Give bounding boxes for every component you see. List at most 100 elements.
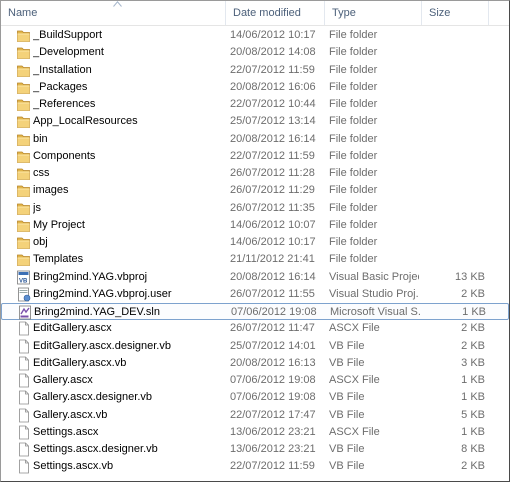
file-row[interactable]: App_LocalResources 25/07/2012 13:14 File f… — [1, 113, 509, 130]
file-name: Gallery.ascx.vb — [33, 408, 108, 421]
file-icon — [19, 339, 29, 353]
file-type: File folder — [329, 29, 378, 41]
file-row[interactable]: bin 20/08/2012 16:14 File folder — [1, 131, 509, 148]
file-row[interactable]: _Installation 22/07/2012 11:59 File folder — [1, 62, 509, 79]
file-date-modified: 26/07/2012 11:35 — [230, 201, 315, 214]
file-type: File folder — [329, 167, 378, 179]
file-row[interactable]: obj 14/06/2012 10:17 File folder — [1, 234, 509, 251]
solution-file-icon — [19, 305, 31, 320]
file-name: Settings.ascx.designer.vb — [33, 443, 158, 455]
file-type: File folder — [329, 132, 378, 145]
file-date-modified: 26/07/2012 11:28 — [230, 167, 315, 179]
file-row[interactable]: Gallery.ascx 07/06/2012 19:08 ASCX File 1 K… — [1, 372, 509, 389]
folder-icon — [17, 116, 30, 129]
file-size — [423, 234, 485, 251]
file-size — [423, 251, 485, 268]
file-row[interactable]: Gallery.ascx.vb 22/07/2012 17:47 VB File 5 … — [1, 407, 509, 424]
file-name: App_LocalResources — [33, 115, 138, 128]
file-date-modified: 26/07/2012 11:29 — [230, 184, 315, 197]
file-size: 3 KB — [461, 356, 485, 369]
file-name: images — [33, 184, 69, 197]
file-date-modified: 07/06/2012 19:08 — [231, 306, 317, 318]
file-row[interactable]: Bring2mind.YAG.vbproj.user 26/07/2012 11:… — [1, 286, 509, 303]
file-size: 1 KB — [462, 306, 486, 318]
file-size — [423, 165, 485, 182]
file-row[interactable]: _Packages 20/08/2012 16:06 File folder — [1, 79, 509, 96]
file-row[interactable]: EditGallery.ascx.designer.vb 25/07/2012 1… — [1, 338, 509, 355]
file-row[interactable]: _Development 20/08/2012 14:08 File folder — [1, 44, 509, 61]
file-type: Visual Basic Projec... — [329, 270, 419, 283]
file-row[interactable]: images 26/07/2012 11:29 File folder — [1, 182, 509, 199]
file-row[interactable]: Bring2mind.YAG_DEV.sln 07/06/2012 19:08 Mi… — [1, 303, 509, 320]
file-date-modified: 25/07/2012 13:14 — [230, 115, 316, 128]
file-name: My Project — [33, 218, 85, 231]
file-size: 1 KB — [461, 425, 485, 438]
file-row[interactable]: _BuildSupport 14/06/2012 10:17 File folder — [1, 27, 509, 44]
column-header-date[interactable]: Date modified — [226, 1, 325, 25]
file-row[interactable]: css 26/07/2012 11:28 File folder — [1, 165, 509, 182]
file-row[interactable]: My Project 14/06/2012 10:07 File folder — [1, 217, 509, 234]
file-name: obj — [33, 236, 48, 248]
file-size — [423, 182, 485, 199]
file-name: css — [33, 167, 50, 179]
file-size: 2 KB — [461, 339, 485, 352]
folder-icon — [17, 203, 30, 215]
file-icon — [19, 390, 29, 405]
file-icon — [19, 442, 29, 457]
file-row[interactable]: Templates 21/11/2012 21:41 File folder — [1, 251, 509, 268]
file-date-modified: 20/08/2012 16:14 — [230, 132, 316, 145]
file-name: _Development — [33, 46, 104, 59]
file-date-modified: 20/08/2012 14:08 — [230, 46, 316, 59]
file-type: File folder — [329, 115, 378, 128]
file-size: 1 KB — [461, 374, 485, 386]
column-header-type[interactable]: Type — [325, 1, 422, 25]
file-row[interactable]: Settings.ascx.designer.vb 13/06/2012 23:2… — [1, 441, 509, 458]
file-row[interactable]: js 26/07/2012 11:35 File folder — [1, 200, 509, 217]
file-row[interactable]: Gallery.ascx.designer.vb 07/06/2012 19:08… — [1, 389, 509, 406]
file-size: 2 KB — [461, 322, 485, 335]
file-name: Bring2mind.YAG.vbproj — [33, 270, 148, 283]
file-date-modified: 13/06/2012 23:21 — [230, 443, 316, 455]
file-size: 1 KB — [461, 391, 485, 404]
file-date-modified: 22/07/2012 11:59 — [230, 63, 315, 76]
file-date-modified: 26/07/2012 11:47 — [230, 322, 315, 335]
file-row[interactable]: Components 22/07/2012 11:59 File folder — [1, 148, 509, 165]
file-size: 2 KB — [461, 287, 485, 300]
file-row[interactable]: _References 22/07/2012 10:44 File folder — [1, 96, 509, 113]
file-row[interactable]: Settings.ascx 13/06/2012 23:21 ASCX File 1 … — [1, 424, 509, 441]
file-date-modified: 20/08/2012 16:13 — [230, 356, 316, 369]
file-size — [423, 217, 485, 234]
file-name: Settings.ascx — [33, 425, 99, 438]
file-size — [423, 44, 485, 61]
file-type: Microsoft Visual S... — [330, 306, 420, 318]
file-type: File folder — [329, 236, 378, 248]
file-size — [423, 79, 485, 96]
column-header-bar: Name Date modified Type Size — [1, 1, 509, 26]
column-header-size[interactable]: Size — [422, 1, 489, 25]
file-name: _Installation — [33, 63, 92, 76]
file-size — [423, 200, 485, 217]
file-type: File folder — [329, 80, 378, 93]
file-size — [423, 148, 485, 165]
file-row[interactable]: EditGallery.ascx.vb 20/08/2012 16:13 VB Fi… — [1, 355, 509, 372]
file-row[interactable]: EditGallery.ascx 26/07/2012 11:47 ASCX Fil… — [1, 320, 509, 337]
file-row[interactable]: Settings.ascx.vb 22/07/2012 11:59 VB File 2… — [1, 458, 509, 475]
folder-icon — [17, 237, 30, 249]
file-name: _References — [33, 98, 96, 110]
folder-icon — [17, 99, 30, 111]
file-name: Settings.ascx.vb — [33, 460, 114, 473]
column-header-type-label: Type — [332, 7, 356, 19]
file-size — [423, 62, 485, 79]
file-name: js — [33, 201, 41, 214]
file-type: VB File — [329, 339, 365, 352]
file-size: 5 KB — [461, 408, 485, 421]
folder-icon — [17, 185, 30, 198]
file-date-modified: 22/07/2012 10:44 — [230, 98, 316, 110]
vs-user-file-icon — [18, 287, 31, 302]
file-name: Bring2mind.YAG.vbproj.user — [33, 287, 172, 300]
file-name: EditGallery.ascx.designer.vb — [33, 339, 171, 352]
file-row[interactable]: VB Bring2mind.YAG.vbproj 20/08/2012 16:14 V… — [1, 269, 509, 286]
file-type: File folder — [329, 46, 378, 59]
file-name: Bring2mind.YAG_DEV.sln — [34, 306, 160, 318]
file-date-modified: 25/07/2012 14:01 — [230, 339, 316, 352]
